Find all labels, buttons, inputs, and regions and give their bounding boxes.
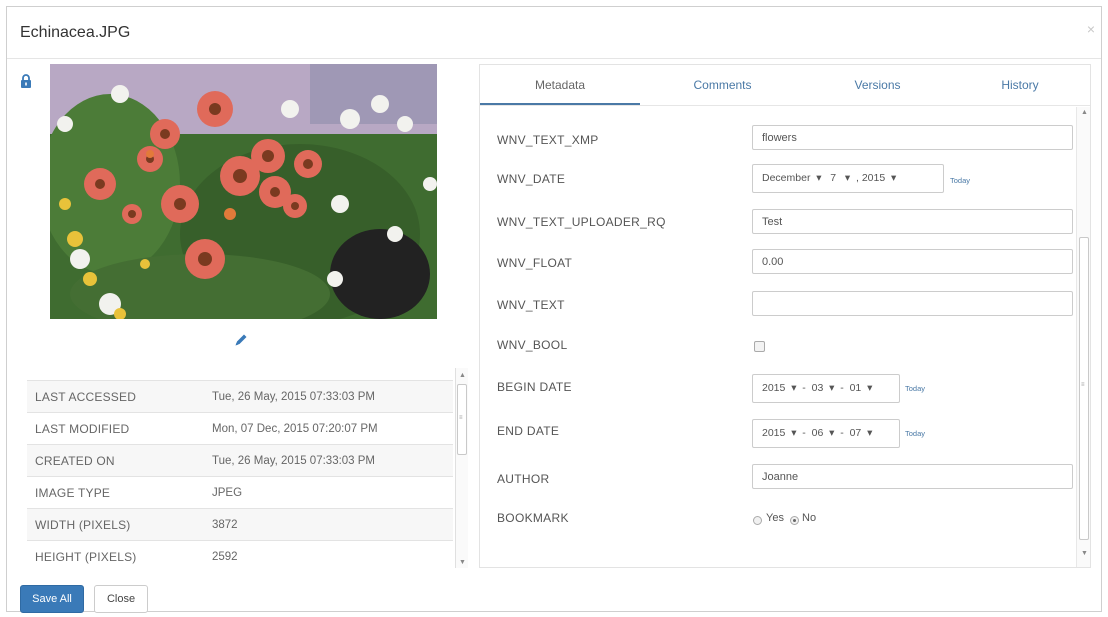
field-row-text-xmp: WNV_TEXT_XMP	[480, 121, 1075, 161]
image-preview	[50, 64, 437, 319]
metadata-scrollbar[interactable]: ▲ ≡ ▼	[1076, 107, 1090, 567]
info-value: 3872	[204, 508, 453, 541]
metadata-panel: Metadata Comments Versions History WNV_T…	[479, 64, 1091, 568]
date-select[interactable]: December ▾ 7 ▾ , 2015 ▾	[752, 164, 944, 193]
field-label: WNV_TEXT_XMP	[497, 133, 599, 147]
field-row-bookmark: BOOKMARK Yes No	[480, 499, 1075, 539]
field-label: WNV_TEXT	[497, 298, 565, 312]
field-label: WNV_TEXT_UPLOADER_RQ	[497, 215, 666, 229]
bookmark-no-radio[interactable]	[790, 516, 799, 525]
today-link[interactable]: Today	[950, 176, 970, 185]
today-link[interactable]: Today	[905, 429, 925, 438]
field-row-float: WNV_FLOAT	[480, 241, 1075, 281]
tab-history[interactable]: History	[950, 65, 1090, 105]
bool-checkbox[interactable]	[754, 341, 765, 352]
table-row: LAST ACCESSED Tue, 26 May, 2015 07:33:03…	[27, 380, 453, 413]
field-label: WNV_FLOAT	[497, 256, 573, 270]
field-row-end-date: END DATE 2015 ▾ - 06 ▾ - 07 ▾ Today	[480, 415, 1075, 455]
scrollbar-grip-icon: ≡	[1081, 382, 1085, 388]
info-value: JPEG	[204, 476, 453, 509]
float-input[interactable]	[752, 249, 1073, 274]
info-value: 2592	[204, 540, 453, 568]
info-label: CREATED ON	[27, 444, 204, 477]
scroll-down-arrow-icon[interactable]: ▼	[459, 559, 466, 566]
tab-bar: Metadata Comments Versions History	[480, 65, 1090, 106]
field-label: BOOKMARK	[497, 511, 569, 525]
info-scrollbar[interactable]: ▲ ≡ ▼	[455, 368, 468, 568]
field-label: BEGIN DATE	[497, 380, 572, 394]
modal-title: Echinacea.JPG	[20, 24, 131, 41]
close-button[interactable]: Close	[94, 585, 148, 613]
field-label: END DATE	[497, 424, 560, 438]
table-row: LAST MODIFIED Mon, 07 Dec, 2015 07:20:07…	[27, 412, 453, 445]
begin-date-select[interactable]: 2015 ▾ - 03 ▾ - 01 ▾	[752, 374, 900, 403]
scrollbar-thumb[interactable]	[1079, 237, 1089, 540]
uploader-input[interactable]	[752, 209, 1073, 234]
save-all-button[interactable]: Save All	[20, 585, 84, 613]
end-date-select[interactable]: 2015 ▾ - 06 ▾ - 07 ▾	[752, 419, 900, 448]
field-row-text: WNV_TEXT	[480, 281, 1075, 321]
info-label: IMAGE TYPE	[27, 476, 204, 509]
field-label: WNV_DATE	[497, 172, 566, 186]
field-label: AUTHOR	[497, 472, 550, 486]
bookmark-yes-label: Yes	[766, 512, 784, 524]
today-link[interactable]: Today	[905, 384, 925, 393]
info-value: Tue, 26 May, 2015 07:33:03 PM	[204, 444, 453, 477]
image-info-table: LAST ACCESSED Tue, 26 May, 2015 07:33:03…	[27, 380, 453, 568]
info-label: HEIGHT (PIXELS)	[27, 540, 204, 568]
field-row-uploader: WNV_TEXT_UPLOADER_RQ	[480, 201, 1075, 241]
field-row-bool: WNV_BOOL	[480, 321, 1075, 361]
info-value: Tue, 26 May, 2015 07:33:03 PM	[204, 380, 453, 413]
info-label: LAST MODIFIED	[27, 412, 204, 445]
edit-pencil-icon[interactable]	[233, 332, 249, 348]
tab-versions[interactable]: Versions	[805, 65, 950, 105]
scrollbar-grip-icon: ≡	[459, 415, 463, 421]
bookmark-no-label: No	[802, 512, 817, 524]
scroll-down-arrow-icon[interactable]: ▼	[1081, 550, 1088, 557]
close-icon[interactable]: ×	[1087, 21, 1095, 37]
scroll-up-arrow-icon[interactable]: ▲	[459, 372, 466, 379]
scroll-up-arrow-icon[interactable]: ▲	[1081, 109, 1088, 116]
table-row: CREATED ON Tue, 26 May, 2015 07:33:03 PM	[27, 444, 453, 477]
field-row-date: WNV_DATE December ▾ 7 ▾ , 2015 ▾ Today	[480, 161, 1075, 201]
lock-icon	[21, 74, 31, 88]
author-input[interactable]	[752, 464, 1073, 489]
tab-comments[interactable]: Comments	[640, 65, 805, 105]
field-row-begin-date: BEGIN DATE 2015 ▾ - 03 ▾ - 01 ▾ Today	[480, 369, 1075, 409]
table-row: WIDTH (PIXELS) 3872	[27, 508, 453, 541]
info-label: WIDTH (PIXELS)	[27, 508, 204, 541]
text-xmp-input[interactable]	[752, 125, 1073, 150]
tab-metadata[interactable]: Metadata	[480, 65, 640, 105]
text-input[interactable]	[752, 291, 1073, 316]
modal-header: Echinacea.JPG ×	[7, 7, 1101, 59]
field-row-author: AUTHOR	[480, 457, 1075, 497]
table-row: IMAGE TYPE JPEG	[27, 476, 453, 509]
bookmark-yes-radio[interactable]	[753, 516, 762, 525]
field-label: WNV_BOOL	[497, 338, 568, 352]
image-info-panel: LAST ACCESSED Tue, 26 May, 2015 07:33:03…	[27, 368, 453, 568]
table-row: HEIGHT (PIXELS) 2592	[27, 540, 453, 568]
metadata-fields: WNV_TEXT_XMP WNV_DATE December ▾ 7 ▾ , 2…	[480, 107, 1075, 567]
info-value: Mon, 07 Dec, 2015 07:20:07 PM	[204, 412, 453, 445]
info-label: LAST ACCESSED	[27, 380, 204, 413]
